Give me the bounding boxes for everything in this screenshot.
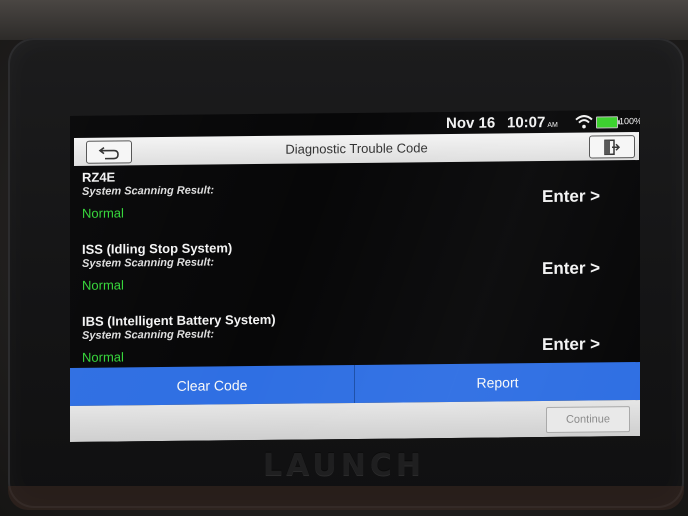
system-status: Normal bbox=[82, 349, 124, 364]
battery-percent: 100% bbox=[619, 115, 640, 127]
exit-button[interactable] bbox=[589, 135, 635, 159]
status-time-value: 10:07 bbox=[507, 114, 546, 132]
system-status: Normal bbox=[82, 205, 124, 221]
battery-icon bbox=[596, 116, 618, 129]
system-item: IBS (Intelligent Battery System) System … bbox=[82, 308, 627, 364]
continue-button[interactable]: Continue bbox=[546, 406, 630, 433]
system-item: RZ4E System Scanning Result: Normal Ente… bbox=[82, 164, 627, 240]
page-title: Diagnostic Trouble Code bbox=[285, 140, 428, 157]
device-screen: Nov 16 10:07 AM 100% Diagnostic Trouble C… bbox=[70, 110, 640, 442]
clear-code-button[interactable]: Clear Code bbox=[70, 365, 355, 406]
fabric-background bbox=[0, 0, 688, 40]
system-item: ISS (Idling Stop System) System Scanning… bbox=[82, 236, 627, 312]
status-ampm: AM bbox=[547, 121, 558, 129]
brand-logo: LAUNCH bbox=[262, 448, 425, 483]
action-bar: Clear Code Report bbox=[70, 362, 640, 406]
device-rim bbox=[8, 486, 684, 510]
report-button[interactable]: Report bbox=[355, 362, 640, 403]
status-date: Nov 16 bbox=[446, 114, 496, 133]
enter-button[interactable]: Enter > bbox=[542, 334, 600, 355]
enter-button[interactable]: Enter > bbox=[542, 258, 600, 279]
enter-button[interactable]: Enter > bbox=[542, 186, 600, 207]
system-status: Normal bbox=[82, 277, 124, 293]
system-result-label: System Scanning Result: bbox=[82, 184, 215, 198]
wifi-icon bbox=[575, 115, 593, 129]
system-list: RZ4E System Scanning Result: Normal Ente… bbox=[82, 164, 627, 364]
system-result-label: System Scanning Result: bbox=[82, 328, 215, 342]
footer-bar: Continue bbox=[70, 400, 640, 442]
system-result-label: System Scanning Result: bbox=[82, 256, 215, 270]
title-bar: Diagnostic Trouble Code bbox=[74, 132, 639, 166]
exit-icon bbox=[604, 139, 621, 155]
system-name: ISS (Idling Stop System) bbox=[82, 240, 233, 257]
system-name: IBS (Intelligent Battery System) bbox=[82, 311, 276, 329]
status-time: 10:07 AM bbox=[507, 114, 558, 132]
system-name: RZ4E bbox=[82, 169, 116, 185]
